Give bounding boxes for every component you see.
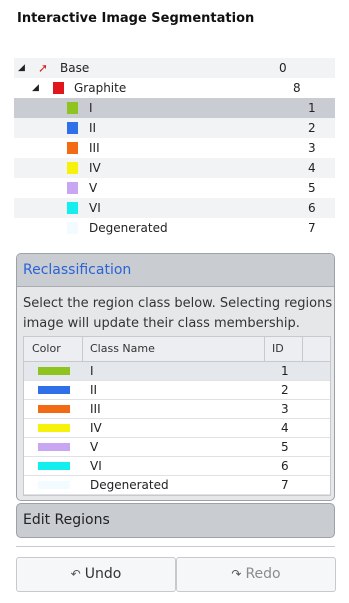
redo-button[interactable]: ↷ Redo [176, 557, 336, 592]
expand-triangle-icon[interactable]: ◢ [32, 78, 39, 98]
column-header-id[interactable]: ID [272, 337, 284, 361]
undo-label: Undo [84, 566, 122, 582]
class-id-cell: 4 [281, 421, 289, 435]
class-id-cell: 6 [281, 459, 289, 473]
tree-item-label: Degenerated [89, 221, 168, 235]
color-swatch [67, 202, 78, 214]
column-header-color[interactable]: Color [32, 337, 61, 361]
class-id-cell: 3 [281, 402, 289, 416]
table-row[interactable]: Degenerated 7 [24, 476, 330, 495]
class-name-cell: V [90, 440, 99, 454]
tree-item-class[interactable]: VI 6 [14, 198, 335, 218]
class-name-cell: Degenerated [90, 478, 169, 492]
tree-item-label: Base [60, 61, 90, 75]
table-header: Color Class Name ID [24, 337, 330, 362]
tree-item-label: V [89, 181, 98, 195]
window-title: Interactive Image Segmentation [17, 11, 255, 26]
tree-item-id: 8 [293, 81, 301, 95]
color-bar [38, 367, 70, 375]
reclassification-panel: Reclassification Select the region class… [16, 253, 335, 501]
table-row[interactable]: I1 [24, 362, 330, 381]
color-bar [38, 424, 70, 432]
color-bar [38, 481, 70, 489]
divider [16, 546, 335, 547]
redo-label: Redo [245, 566, 281, 582]
color-bar [38, 386, 70, 394]
class-table: Color Class Name ID I 1 II 2 III 3 IV 4 V 5 VI 6 Deg… [23, 336, 331, 496]
table-row[interactable]: IV 4 [24, 419, 330, 438]
class-name-cell: I [90, 364, 94, 378]
tree-item-id: 3 [308, 141, 316, 155]
color-swatch [53, 82, 64, 94]
color-swatch [67, 142, 78, 154]
class-tree[interactable]: ◢ ➚ Base 0 ◢ Graphite 8 I 1 II 2 III 3 IV 4 V 5 VI… [14, 58, 335, 238]
tree-item-id: 7 [308, 221, 316, 235]
panel-description: Select the region class below. Selecting… [23, 294, 335, 334]
class-name-cell: III [90, 402, 101, 416]
tree-item-base[interactable]: ◢ ➚ Base 0 [14, 58, 335, 78]
tree-item-id: 5 [308, 181, 316, 195]
tree-item-label: VI [89, 201, 101, 215]
tree-item-id: 4 [308, 161, 316, 175]
color-bar [38, 462, 70, 470]
table-row[interactable]: VI 6 [24, 457, 330, 476]
tree-item-label: IV [89, 161, 101, 175]
class-id-cell: 1 [281, 364, 289, 378]
class-id-cell: 2 [281, 383, 289, 397]
tree-item-class[interactable]: V5 [14, 178, 335, 198]
color-swatch [67, 162, 78, 174]
class-id-cell: 5 [281, 440, 289, 454]
class-name-cell: VI [90, 459, 102, 473]
color-bar [38, 443, 70, 451]
panel-title: Reclassification [23, 262, 132, 278]
tree-item-id: 1 [308, 101, 316, 115]
description-line: image will update their class membership… [23, 316, 300, 331]
color-swatch [67, 222, 78, 234]
undo-button[interactable]: ↶ Undo [16, 557, 176, 592]
table-row[interactable]: II 2 [24, 381, 330, 400]
color-swatch [67, 102, 78, 114]
undo-icon: ↶ [70, 567, 81, 581]
edit-regions-section[interactable]: Edit Regions [16, 503, 335, 538]
table-row[interactable]: III 3 [24, 400, 330, 419]
color-swatch [67, 122, 78, 134]
tree-item-label: III [89, 141, 100, 155]
color-swatch [67, 182, 78, 194]
tree-item-id: 2 [308, 121, 316, 135]
tree-item-id: 0 [279, 61, 287, 75]
class-name-cell: II [90, 383, 98, 397]
tree-item-class[interactable]: IV 4 [14, 158, 335, 178]
tree-item-label: II [89, 121, 97, 135]
class-id-cell: 7 [281, 478, 289, 492]
up-arrow-icon: ➚ [38, 61, 49, 75]
tree-item-label: I [89, 101, 93, 115]
description-line: Select the region class below. Selecting… [23, 296, 335, 311]
edit-regions-label: Edit Regions [23, 512, 110, 528]
class-name-cell: IV [90, 421, 102, 435]
tree-item-class[interactable]: Degenerated 7 [14, 218, 335, 238]
redo-icon: ↷ [231, 567, 242, 581]
tree-item-class[interactable]: III 3 [14, 138, 335, 158]
tree-item-id: 6 [308, 201, 316, 215]
tree-item-class[interactable]: II 2 [14, 118, 335, 138]
tree-item-class[interactable]: I1 [14, 98, 335, 118]
tree-item-graphite[interactable]: ◢ Graphite 8 [14, 78, 335, 98]
expand-triangle-icon[interactable]: ◢ [18, 58, 25, 78]
column-header-class-name[interactable]: Class Name [90, 337, 155, 361]
table-row[interactable]: V5 [24, 438, 330, 457]
tree-item-label: Graphite [74, 81, 127, 95]
color-bar [38, 405, 70, 413]
